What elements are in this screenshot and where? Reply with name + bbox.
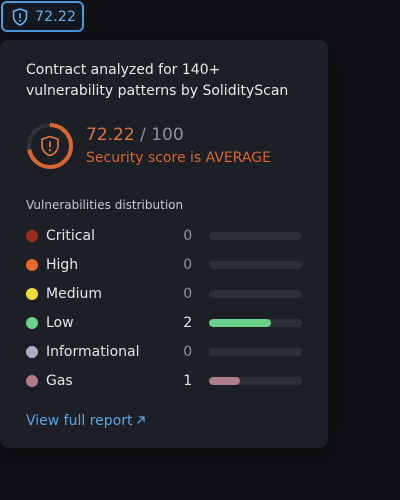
arrow-up-right-icon (136, 413, 146, 429)
severity-bar-track (209, 289, 302, 298)
severity-dot (26, 316, 38, 329)
score-status: Security score is AVERAGE (86, 150, 271, 166)
analysis-description: Contract analyzed for 140+ vulnerability… (26, 62, 289, 99)
distribution-row: Low 2 (26, 308, 302, 337)
severity-label: Informational (46, 343, 140, 360)
score-max: 100 (151, 125, 184, 145)
chip-score-value: 72.22 (35, 8, 77, 25)
distribution-row: Informational 0 (26, 337, 302, 366)
distribution-title: Vulnerabilities distribution (26, 198, 184, 212)
severity-dot (26, 374, 38, 387)
severity-bar-track (209, 318, 302, 327)
distribution-row: Medium 0 (26, 279, 302, 308)
severity-count: 0 (183, 285, 193, 302)
severity-dot (26, 345, 38, 358)
severity-bar-track (209, 376, 302, 385)
severity-dot (26, 229, 38, 242)
severity-label: Medium (46, 285, 102, 302)
severity-label: Gas (46, 372, 73, 389)
score-text: 72.22 / 100 Security score is AVERAGE (86, 124, 271, 168)
shield-alert-icon (40, 135, 60, 157)
severity-label: Critical (46, 227, 95, 244)
score-separator: / (140, 125, 146, 145)
severity-count: 0 (183, 343, 193, 360)
security-score-popover: Contract analyzed for 140+ vulnerability… (0, 40, 328, 448)
score-summary: 72.22 / 100 Security score is AVERAGE (26, 121, 302, 171)
view-full-report-link[interactable]: View full report (26, 413, 146, 429)
distribution-row: Gas 1 (26, 366, 302, 395)
severity-bar-track (209, 231, 302, 240)
severity-dot (26, 287, 38, 300)
score-gauge (26, 122, 74, 170)
distribution-row: Critical 0 (26, 221, 302, 250)
security-score-chip[interactable]: 72.22 (1, 1, 84, 32)
distribution-row: High 0 (26, 250, 302, 279)
severity-count: 0 (183, 227, 193, 244)
severity-label: High (46, 256, 79, 273)
score-value: 72.22 (86, 125, 135, 145)
severity-dot (26, 258, 38, 271)
shield-alert-icon (11, 7, 29, 26)
severity-count: 2 (183, 314, 193, 331)
view-full-report-label: View full report (26, 413, 133, 429)
severity-bar-track (209, 347, 302, 356)
score-line: 72.22 / 100 (86, 124, 271, 146)
severity-count: 1 (183, 372, 193, 389)
severity-bar-fill (209, 376, 240, 385)
severity-bar-fill (209, 318, 272, 327)
severity-bar-track (209, 260, 302, 269)
severity-label: Low (46, 314, 74, 331)
severity-count: 0 (183, 256, 193, 273)
distribution-list: Critical 0 High 0 Medium 0 Low 2 Informational 0 G… (26, 221, 302, 395)
